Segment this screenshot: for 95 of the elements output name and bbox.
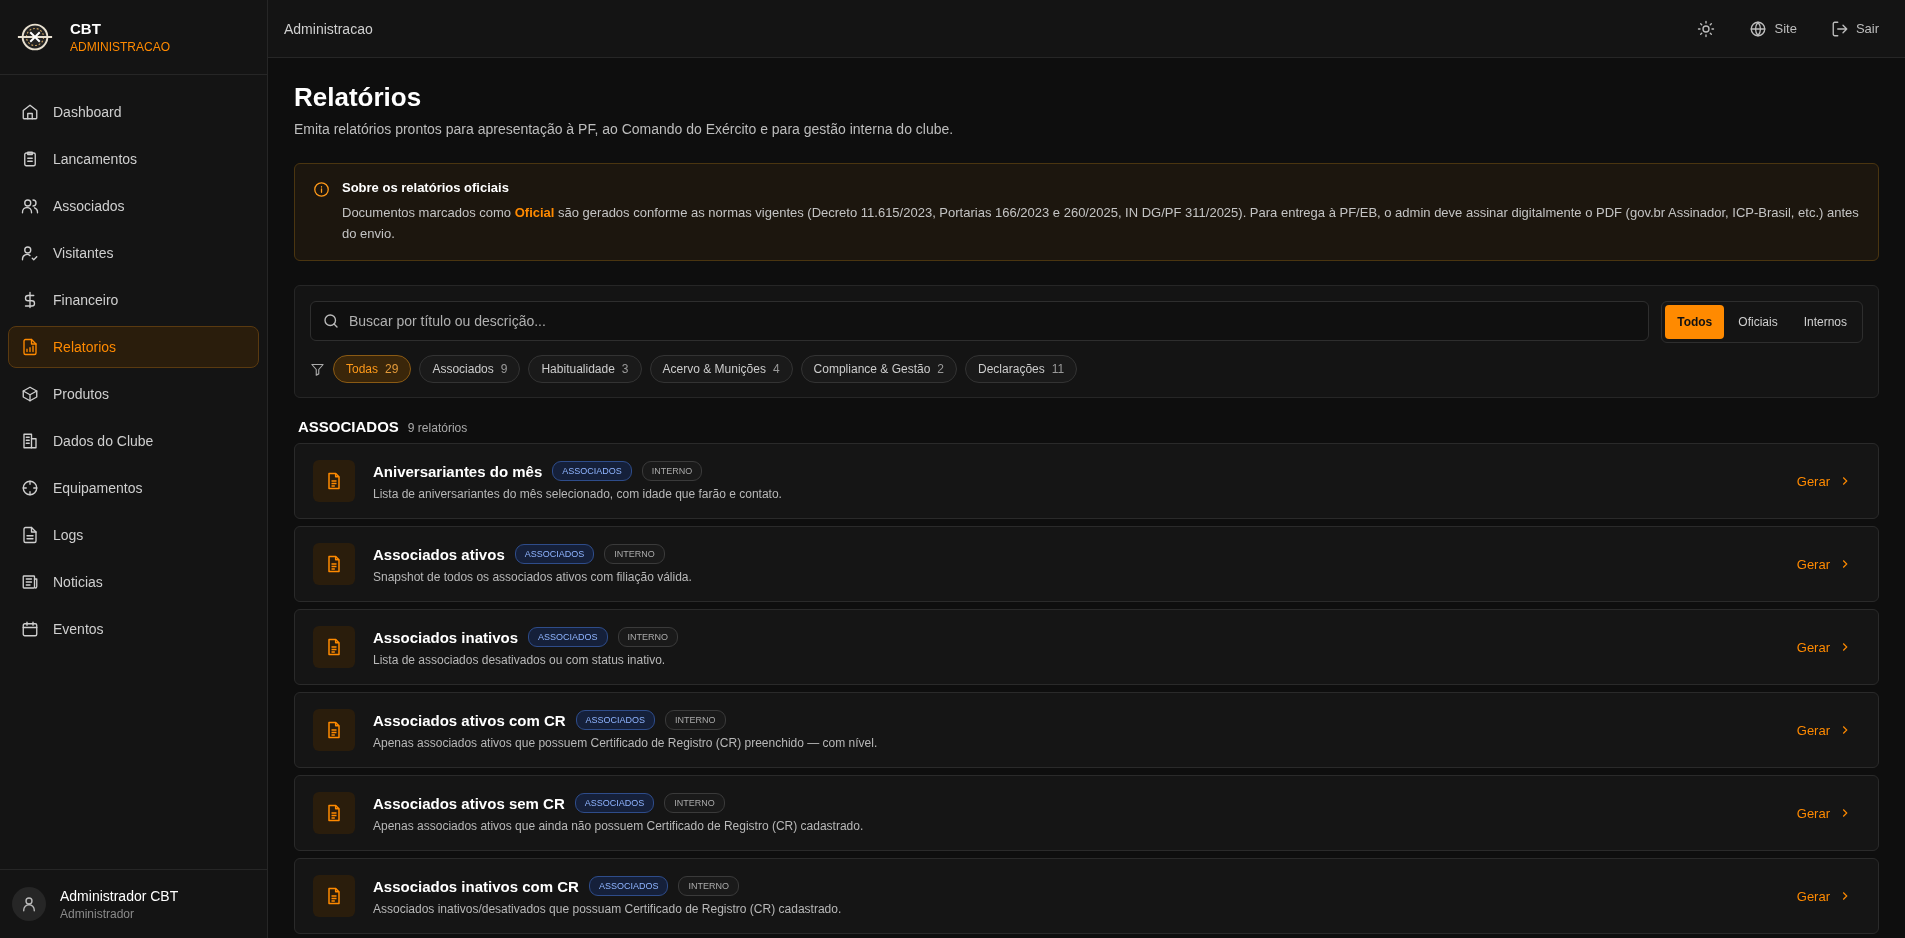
site-link[interactable]: Site <box>1739 13 1807 44</box>
report-tag: ASSOCIADOS <box>552 461 632 481</box>
sidebar-item[interactable]: Eventos <box>8 608 259 650</box>
chip-count: 11 <box>1051 362 1065 376</box>
sidebar-item[interactable]: Financeiro <box>8 279 259 321</box>
search-field[interactable]: Buscar por título ou descrição... <box>310 301 1650 341</box>
sidebar-item[interactable]: Produtos <box>8 373 259 415</box>
report-tag: INTERNO <box>604 544 665 564</box>
scope-tab[interactable]: Oficiais <box>1726 305 1790 339</box>
report-title: Aniversariantes do mês <box>373 462 543 480</box>
sidebar-item[interactable]: Noticias <box>8 561 259 603</box>
home-icon <box>21 103 39 121</box>
filter-icon <box>310 361 325 377</box>
category-chip[interactable]: Declarações 11 <box>965 355 1078 383</box>
report-description: Associados inativos/desativados que possuam Certificado de Registro (CR) cadastrado. <box>373 902 843 916</box>
search-icon <box>322 312 340 330</box>
sidebar-item[interactable]: Dashboard <box>8 91 259 133</box>
report-title: Associados ativos <box>373 545 505 563</box>
category-chip[interactable]: Acervo & Munições 4 <box>649 355 793 383</box>
logout-button[interactable]: Sair <box>1820 13 1889 44</box>
chip-count: 3 <box>621 362 629 376</box>
section-count: 9 relatórios <box>407 421 468 435</box>
report-title: Associados ativos sem CR <box>373 794 565 812</box>
category-chip[interactable]: Associados 9 <box>419 355 521 383</box>
logout-icon <box>1830 19 1849 38</box>
scope-tab[interactable]: Internos <box>1791 305 1859 339</box>
user-name: Administrador CBT <box>60 887 179 904</box>
report-description: Lista de aniversariantes do mês selecionado, com idade que farão e contato. <box>373 487 783 501</box>
document-icon <box>313 626 355 668</box>
document-icon <box>313 543 355 585</box>
sidebar-item[interactable]: Visitantes <box>8 232 259 274</box>
generate-button[interactable]: Gerar <box>1788 633 1860 661</box>
calendar-icon <box>21 620 39 638</box>
generate-button[interactable]: Gerar <box>1788 550 1860 578</box>
report-description: Snapshot de todos os associados ativos com filiação válida. <box>373 570 693 584</box>
report-tag: INTERNO <box>665 710 726 730</box>
user-role: Administrador <box>60 906 136 921</box>
page-title: Relatórios <box>294 82 423 113</box>
report-tag: INTERNO <box>664 793 725 813</box>
newspaper-icon <box>21 573 39 591</box>
document-icon <box>313 460 355 502</box>
generate-button[interactable]: Gerar <box>1788 467 1860 495</box>
category-chip[interactable]: Todas 29 <box>333 355 412 383</box>
sidebar-item[interactable]: Dados do Clube <box>8 420 259 462</box>
building-icon <box>21 432 39 450</box>
brand-name: CBT <box>70 20 102 37</box>
document-icon <box>313 875 355 917</box>
generate-button[interactable]: Gerar <box>1788 882 1860 910</box>
users-icon <box>21 197 39 215</box>
generate-button[interactable]: Gerar <box>1788 799 1860 827</box>
notice-text: Documentos marcados como Oficial são gerados conforme as normas vigentes (Decreto 11.615/2023, Portarias 166/2023 e 260/2025, IN DG/PF 311/2025). Para entrega à PF/EB, o admin deve assinar digitalmente o PDF (gov.br Assinador, ICP-Brasil, etc.) antes do envio. <box>342 204 1860 243</box>
box-icon <box>21 385 39 403</box>
report-title: Associados ativos com CR <box>373 711 566 729</box>
sidebar-item[interactable]: Equipamentos <box>8 467 259 509</box>
page-subtitle: Emita relatórios prontos para apresentação à PF, ao Comando do Exército e para gestão interna do clube. <box>294 121 955 137</box>
section-title: ASSOCIADOS <box>298 418 399 435</box>
report-icon <box>21 338 39 356</box>
chip-count: 9 <box>500 362 508 376</box>
notice-title: Sobre os relatórios oficiais <box>342 180 510 195</box>
document-icon <box>313 709 355 751</box>
info-icon <box>313 181 330 198</box>
chip-count: 2 <box>937 362 945 376</box>
user-check-icon <box>21 244 39 262</box>
chip-count: 29 <box>385 362 399 376</box>
report-description: Lista de associados desativados ou com status inativo. <box>373 653 667 667</box>
report-tag: ASSOCIADOS <box>528 627 608 647</box>
category-chip[interactable]: Habitualidade 3 <box>528 355 642 383</box>
sun-icon <box>1697 19 1716 38</box>
globe-icon <box>1749 19 1768 38</box>
report-title: Associados inativos <box>373 628 519 646</box>
category-chip[interactable]: Compliance & Gestão 2 <box>800 355 958 383</box>
sidebar-item[interactable]: Associados <box>8 185 259 227</box>
sidebar-item[interactable]: Logs <box>8 514 259 556</box>
report-tag: ASSOCIADOS <box>574 793 655 813</box>
report-tag: INTERNO <box>641 461 703 481</box>
document-icon <box>313 792 355 834</box>
report-tag: INTERNO <box>617 627 679 647</box>
clipboard-icon <box>21 150 39 168</box>
brand-subtitle: ADMINISTRACAO <box>70 40 170 54</box>
report-tag: ASSOCIADOS <box>588 876 669 896</box>
report-description: Apenas associados ativos que possuem Certificado de Registro (CR) preenchido — com nível. <box>373 736 879 750</box>
crosshair-icon <box>21 479 39 497</box>
chip-count: 4 <box>772 362 780 376</box>
generate-button[interactable]: Gerar <box>1788 716 1860 744</box>
scope-tab[interactable]: Todos <box>1665 305 1725 339</box>
sidebar-item[interactable]: Lancamentos <box>8 138 259 180</box>
sidebar-item[interactable]: Relatorios <box>8 326 259 368</box>
report-title: Associados inativos com CR <box>373 877 579 895</box>
user-icon <box>20 895 38 913</box>
report-tag: ASSOCIADOS <box>575 710 656 730</box>
report-tag: ASSOCIADOS <box>514 544 595 564</box>
file-icon <box>21 526 39 544</box>
report-tag: INTERNO <box>678 876 739 896</box>
report-description: Apenas associados ativos que ainda não possuem Certificado de Registro (CR) cadastrado. <box>373 819 865 833</box>
topbar-title: Administracao <box>284 20 374 37</box>
